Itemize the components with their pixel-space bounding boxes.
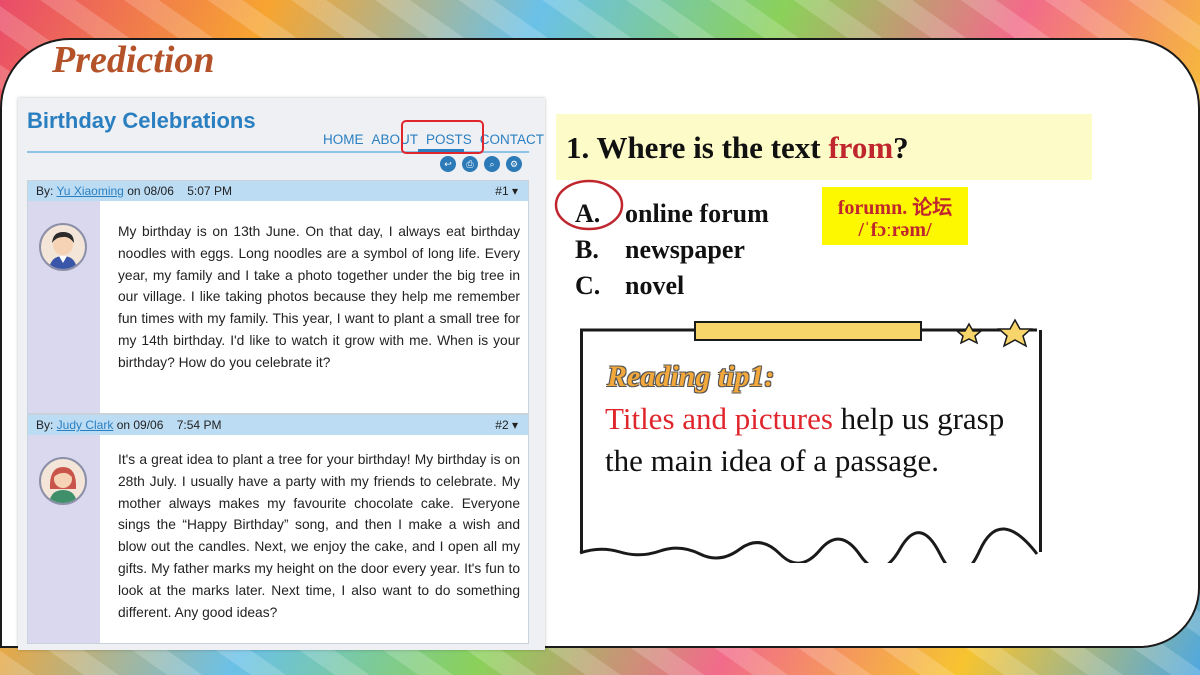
post-author-link[interactable]: Judy Clark <box>57 418 114 432</box>
nav-contact[interactable]: CONTACT <box>480 132 544 147</box>
avatar <box>39 457 87 505</box>
option-a[interactable]: A. online forum <box>575 196 769 232</box>
option-letter: B. <box>575 235 599 264</box>
option-letter: C. <box>575 271 601 300</box>
print-icon[interactable]: ⎙ <box>462 156 478 172</box>
option-b[interactable]: B. newspaper <box>575 232 769 268</box>
reply-icon[interactable]: ↩ <box>440 156 456 172</box>
option-text: newspaper <box>625 235 745 264</box>
question-keyword: from <box>828 130 894 165</box>
question-banner: 1. Where is the text from? <box>556 114 1092 180</box>
option-c[interactable]: C. novel <box>575 268 769 304</box>
slide-title: Prediction <box>52 39 215 81</box>
forum-post: By: Judy Clark on 09/06 7:54 PM #2 ▾ It'… <box>27 414 529 644</box>
nav-home[interactable]: HOME <box>323 132 364 147</box>
option-letter: A. <box>575 199 601 228</box>
post-date: on 09/06 <box>113 418 164 432</box>
question-text: 1. Where is the text from? <box>566 130 909 166</box>
settings-icon[interactable]: ⚙ <box>506 156 522 172</box>
posts-highlight-box <box>401 120 484 154</box>
post-text: It's a great idea to plant a tree for yo… <box>118 452 520 620</box>
option-text: novel <box>625 271 685 300</box>
vocab-note: forumn. 论坛 /ˈfɔːrəm/ <box>822 187 968 245</box>
question-prefix: 1. Where is the text <box>566 130 829 165</box>
forum-tools: ↩ ⎙ ⌕ ⚙ <box>440 156 522 172</box>
post-by-label: By: <box>36 418 57 432</box>
post-header: By: Judy Clark on 09/06 7:54 PM #2 ▾ <box>28 415 528 435</box>
option-text: online forum <box>625 199 769 228</box>
post-text: My birthday is on 13th June. On that day… <box>118 224 520 370</box>
search-icon[interactable]: ⌕ <box>484 156 500 172</box>
post-time: 7:54 PM <box>176 418 222 432</box>
tip-frame <box>579 318 1039 563</box>
post-sidebar <box>28 435 100 643</box>
question-suffix: ? <box>893 130 909 165</box>
vocab-word: forumn. 论坛 <box>837 197 953 219</box>
vocab-phonetic: /ˈfɔːrəm/ <box>858 219 932 241</box>
post-number[interactable]: #2 ▾ <box>495 415 518 435</box>
site-title: Birthday Celebrations <box>27 108 256 133</box>
answer-options: A. online forum B. newspaper C. novel <box>575 196 769 304</box>
